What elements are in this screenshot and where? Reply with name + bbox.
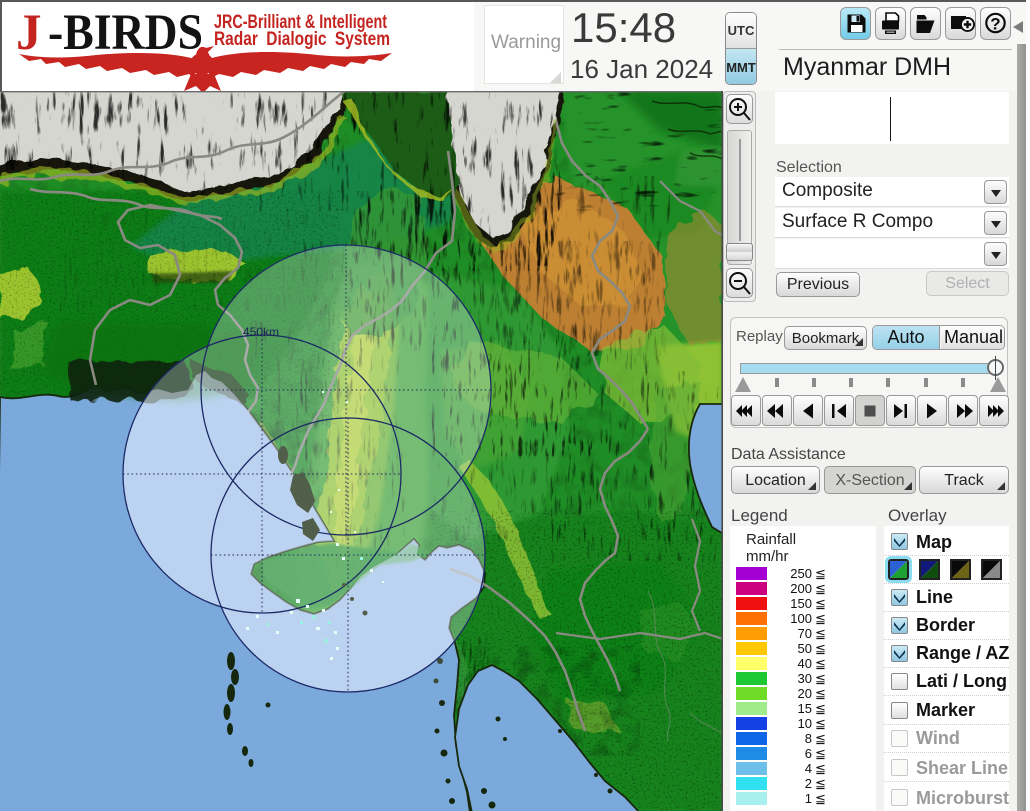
svg-text:-BIRDS: -BIRDS: [48, 5, 203, 61]
svg-text:?: ?: [990, 15, 1000, 34]
svg-text:Radar Dialogic System: Radar Dialogic System: [214, 29, 390, 50]
svg-text:450km: 450km: [243, 325, 279, 339]
svg-text:J: J: [16, 5, 42, 61]
